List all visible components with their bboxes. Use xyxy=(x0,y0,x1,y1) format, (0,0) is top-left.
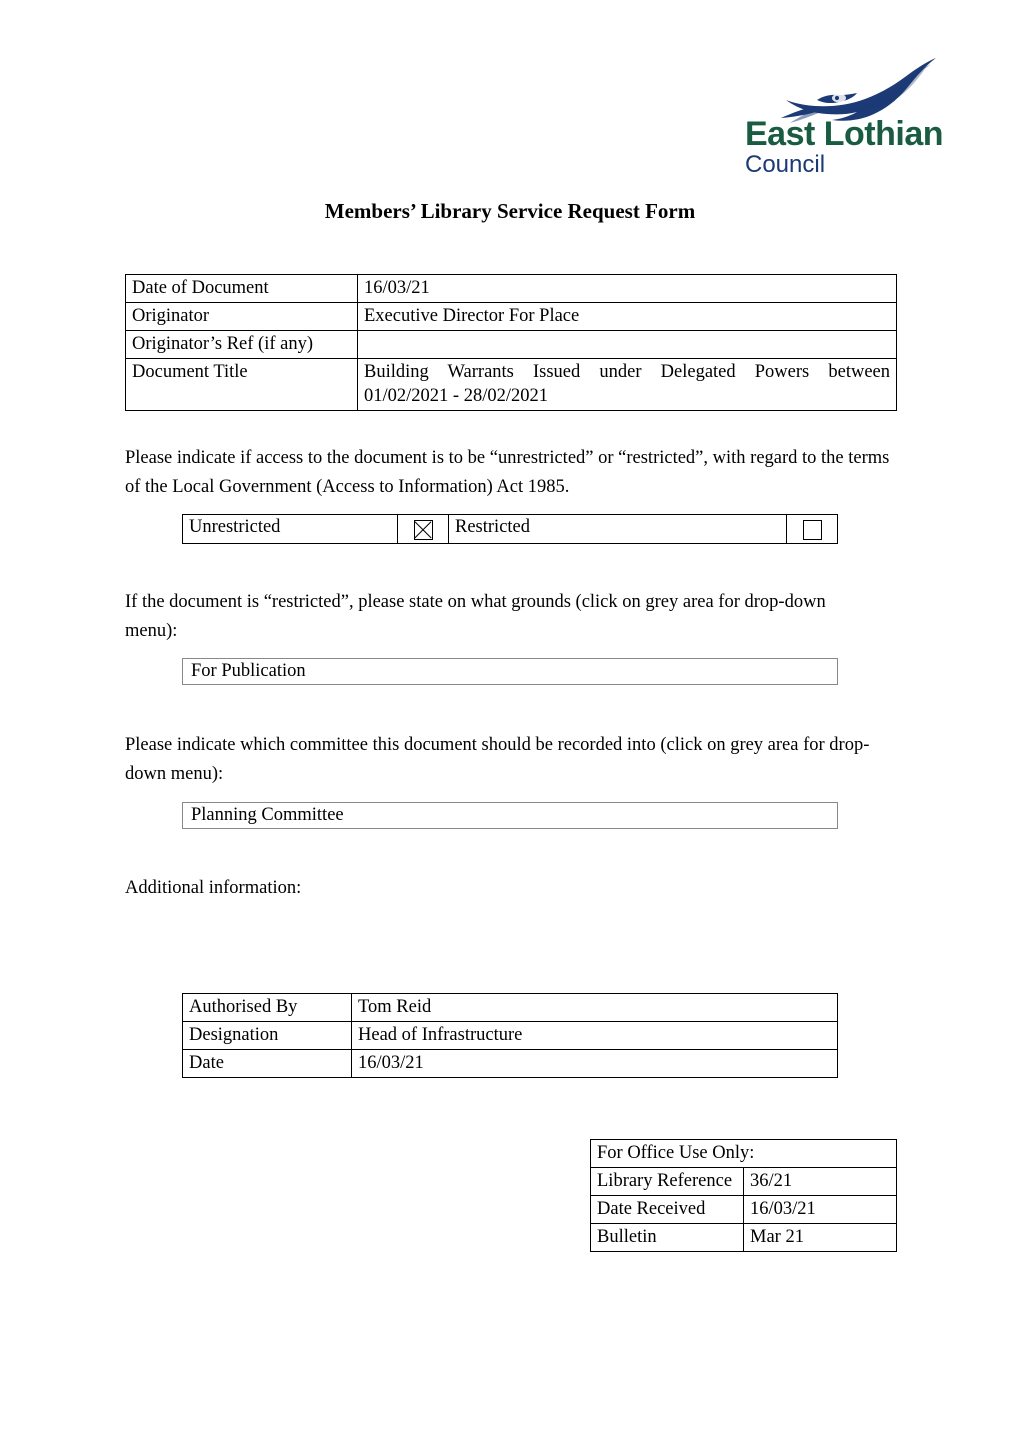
table-row: Library Reference 36/21 xyxy=(590,1167,897,1196)
table-row: Bulletin Mar 21 xyxy=(590,1223,897,1252)
unrestricted-label: Unrestricted xyxy=(182,514,398,544)
office-value-library-reference: 36/21 xyxy=(743,1167,897,1196)
additional-information-label: Additional information: xyxy=(125,878,302,898)
access-restriction-table: Unrestricted Restricted xyxy=(182,514,838,544)
auth-label-authorised-by: Authorised By xyxy=(182,993,352,1022)
office-label-library-reference: Library Reference xyxy=(590,1167,744,1196)
meta-value-date-of-document: 16/03/21 xyxy=(357,274,897,303)
unrestricted-checkbox[interactable] xyxy=(413,519,433,540)
grounds-instruction-text: If the document is “restricted”, please … xyxy=(125,592,826,641)
table-row: Originator’s Ref (if any) xyxy=(125,330,897,359)
unrestricted-checkbox-cell[interactable] xyxy=(397,514,449,544)
authorisation-table: Authorised By Tom Reid Designation Head … xyxy=(182,993,838,1078)
table-row: Originator Executive Director For Place xyxy=(125,302,897,331)
committee-instruction-text: Please indicate which committee this doc… xyxy=(125,735,870,784)
office-use-heading: For Office Use Only: xyxy=(590,1139,897,1168)
committee-dropdown-field[interactable]: Planning Committee xyxy=(182,802,838,829)
east-lothian-council-logo: East Lothian Council xyxy=(745,55,955,178)
access-instruction-text: Please indicate if access to the documen… xyxy=(125,448,890,497)
meta-label-document-title: Document Title xyxy=(125,358,358,411)
table-row: Date 16/03/21 xyxy=(182,1049,838,1078)
table-row: Authorised By Tom Reid xyxy=(182,993,838,1022)
document-meta-table: Date of Document 16/03/21 Originator Exe… xyxy=(125,274,897,411)
auth-value-designation: Head of Infrastructure xyxy=(351,1021,838,1050)
table-row: Date of Document 16/03/21 xyxy=(125,274,897,303)
restricted-label: Restricted xyxy=(448,514,787,544)
logo-line-council: Council xyxy=(745,151,826,178)
meta-label-originators-ref: Originator’s Ref (if any) xyxy=(125,330,358,359)
table-row: Designation Head of Infrastructure xyxy=(182,1021,838,1050)
office-use-table: For Office Use Only: Library Reference 3… xyxy=(590,1139,897,1252)
auth-label-date: Date xyxy=(182,1049,352,1078)
office-value-date-received: 16/03/21 xyxy=(743,1195,897,1224)
restricted-checkbox[interactable] xyxy=(802,519,822,540)
auth-value-authorised-by: Tom Reid xyxy=(351,993,838,1022)
auth-label-designation: Designation xyxy=(182,1021,352,1050)
office-label-date-received: Date Received xyxy=(590,1195,744,1224)
grounds-dropdown-field[interactable]: For Publication xyxy=(182,658,838,685)
office-label-bulletin: Bulletin xyxy=(590,1223,744,1252)
meta-label-originator: Originator xyxy=(125,302,358,331)
meta-value-originator: Executive Director For Place xyxy=(357,302,897,331)
table-row: Document Title Building Warrants Issued … xyxy=(125,358,897,411)
meta-value-originators-ref xyxy=(357,330,897,359)
meta-label-date-of-document: Date of Document xyxy=(125,274,358,303)
table-row: Date Received 16/03/21 xyxy=(590,1195,897,1224)
logo-wordmark: East Lothian Council xyxy=(745,117,955,178)
table-row: Unrestricted Restricted xyxy=(182,514,838,544)
meta-value-document-title: Building Warrants Issued under Delegated… xyxy=(357,358,897,411)
auth-value-date: 16/03/21 xyxy=(351,1049,838,1078)
office-value-bulletin: Mar 21 xyxy=(743,1223,897,1252)
page-title: Members’ Library Service Request Form xyxy=(324,199,696,223)
table-row: For Office Use Only: xyxy=(590,1139,897,1168)
restricted-checkbox-cell[interactable] xyxy=(786,514,838,544)
logo-line-east-lothian: East Lothian xyxy=(745,115,944,153)
